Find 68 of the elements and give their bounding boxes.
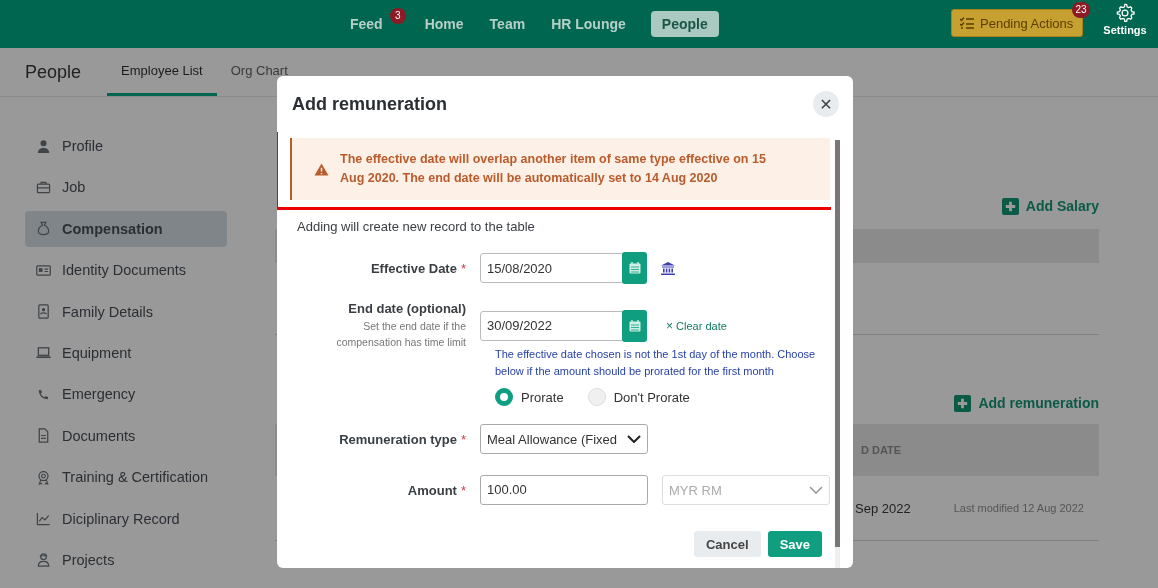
field-hint: Set the end date if the compensation has time limit (335, 319, 466, 350)
nav-tab[interactable]: HR Lounge (540, 11, 637, 37)
chevron-down-icon (809, 486, 823, 494)
sidebar-item[interactable]: Profile (25, 128, 227, 164)
sidebar-item[interactable]: Emergency (25, 376, 227, 413)
nav-tab[interactable]: Home (413, 11, 475, 37)
worker-icon (36, 552, 51, 568)
page-title: People (25, 61, 82, 83)
sidebar-item[interactable]: Diciplinary Record (25, 500, 227, 537)
radio-option[interactable]: Don't Prorate (587, 388, 690, 406)
field-label: Effective Date (370, 260, 457, 276)
sidebar-item[interactable]: Training & Certification (25, 459, 227, 496)
award-icon (36, 469, 51, 485)
field-label: Amount (407, 482, 457, 498)
type-select[interactable]: Meal Allowance (Fixed (480, 424, 648, 454)
sidebar-item[interactable]: Identity Documents (25, 252, 227, 289)
bank-icon[interactable] (661, 261, 675, 275)
plus-icon (1001, 197, 1019, 215)
nav-tab[interactable]: Team (478, 11, 537, 37)
required-mark: * (460, 482, 466, 498)
checklist-icon (960, 17, 974, 29)
required-mark: * (460, 431, 466, 447)
scrollbar[interactable] (835, 140, 840, 568)
date-field[interactable]: 15/08/2020 (480, 253, 647, 283)
chevron-down-icon (627, 435, 641, 443)
warning-text: The effective date will overlap another item of same type effective on 15 Aug 2020. The end date will be automatically set to 14 Aug 2020 (340, 151, 767, 187)
cancel-button[interactable]: Cancel (694, 531, 761, 557)
document-icon (36, 428, 51, 444)
warning-icon (314, 162, 329, 176)
page-tab[interactable]: Employee List (107, 48, 217, 96)
laptop-icon (36, 345, 51, 361)
settings-icon (1115, 3, 1135, 23)
person-icon (36, 138, 51, 154)
amount-field[interactable]: 100.00 (480, 475, 648, 505)
count-badge: 3 (389, 8, 406, 24)
sidebar-item[interactable]: Documents (25, 417, 227, 454)
table-cell: Sep 2022 (855, 500, 911, 516)
calendar-icon (628, 319, 641, 332)
dialog-title: Add remuneration (292, 93, 447, 115)
calendar-icon (628, 262, 641, 274)
add-remuneration-link[interactable]: Add remuneration (954, 392, 1099, 414)
table-cell: Last modified 12 Aug 2022 (953, 502, 1084, 514)
close-button[interactable]: ✕ (813, 91, 839, 117)
date-field[interactable]: 30/09/2022 (480, 310, 647, 341)
plus-icon (954, 394, 972, 412)
proration-note: The effective date chosen is not the 1st day of the month. Choose below if the amount should be prorated for the first month (495, 347, 817, 379)
money-bag-icon (36, 221, 51, 237)
required-mark: * (460, 260, 466, 276)
sidebar-item[interactable]: Projects (25, 541, 227, 578)
page-tab[interactable]: Org Chart (216, 48, 302, 96)
save-button[interactable]: Save (767, 531, 822, 557)
briefcase-icon (36, 179, 51, 195)
sidebar-item[interactable]: Job (25, 169, 227, 206)
intro-text: Adding will create new record to the table (297, 219, 536, 234)
add-salary-link[interactable]: Add Salary (1001, 191, 1099, 221)
settings-button[interactable]: Settings (1102, 3, 1148, 36)
id-card-icon (36, 262, 51, 278)
field-label: End date (optional) (348, 301, 466, 316)
chart-icon (36, 511, 51, 526)
count-badge: 23 (1072, 2, 1090, 18)
clear-date-link[interactable]: × Clear date (666, 318, 727, 333)
sidebar-item[interactable]: Compensation (25, 210, 227, 247)
sidebar-item[interactable]: Equipment (25, 334, 227, 371)
field-label: Remuneration type (339, 431, 457, 447)
nav-tab[interactable]: People (650, 11, 719, 37)
contact-card-icon (36, 304, 51, 320)
sidebar-item[interactable]: Family Details (25, 293, 227, 330)
radio-option[interactable]: Prorate (495, 388, 564, 406)
